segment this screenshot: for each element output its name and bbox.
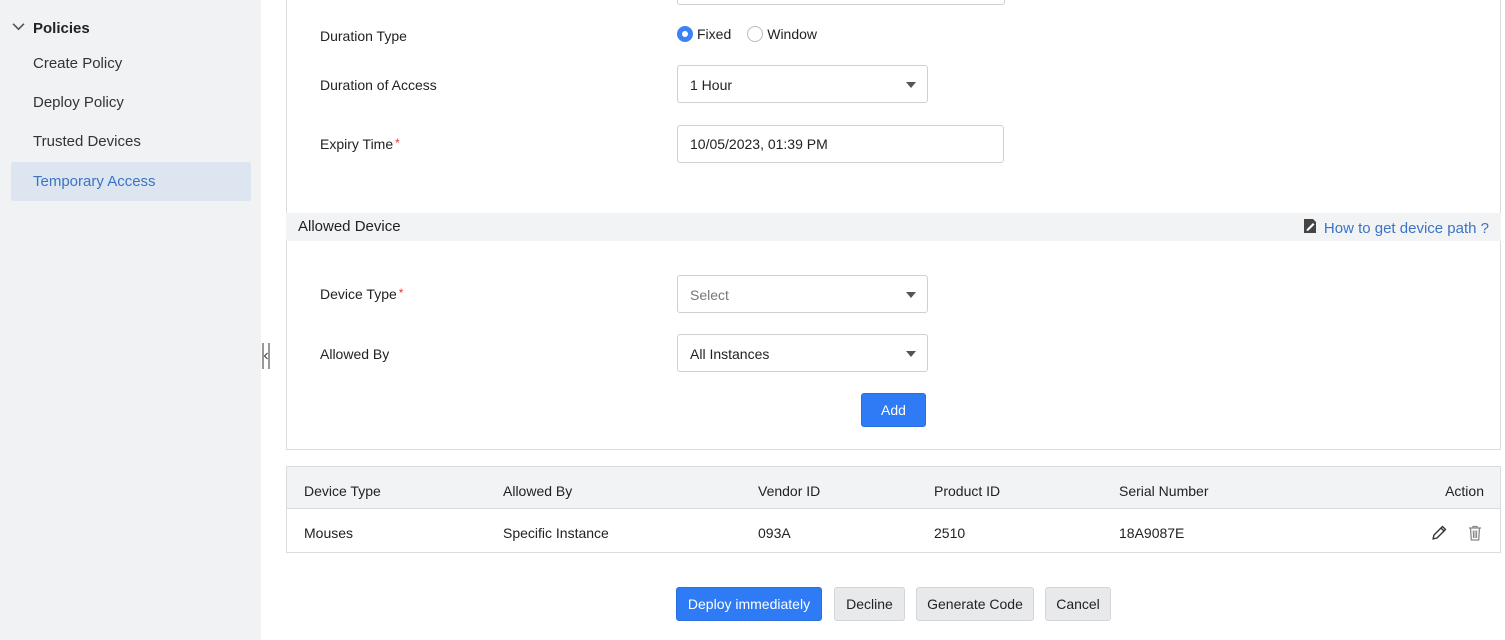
expiry-time-label-text: Expiry Time — [320, 136, 394, 152]
radio-checked-icon — [677, 26, 693, 42]
device-type-placeholder: Select — [690, 287, 729, 303]
allowed-by-select[interactable]: All Instances — [677, 334, 928, 372]
generate-code-button[interactable]: Generate Code — [916, 587, 1034, 621]
cancel-button[interactable]: Cancel — [1045, 587, 1111, 621]
sidebar-group-policies[interactable]: Policies — [12, 20, 90, 37]
column-header-device-type: Device Type — [304, 483, 381, 499]
caret-down-icon — [906, 82, 916, 88]
expiry-time-input[interactable]: 10/05/2023, 01:39 PM — [677, 125, 1004, 163]
caret-down-icon — [906, 292, 916, 298]
duration-of-access-select[interactable]: 1 Hour — [677, 65, 928, 103]
trash-icon[interactable] — [1466, 524, 1484, 542]
caret-down-icon — [906, 351, 916, 357]
sidebar-collapse-handle[interactable] — [262, 343, 270, 369]
device-type-label: Device Type * — [320, 286, 403, 302]
required-mark: * — [395, 136, 400, 150]
chevron-down-icon — [12, 20, 25, 37]
cell-product-id: 2510 — [934, 525, 966, 541]
table-row — [287, 509, 1500, 552]
add-button[interactable]: Add — [861, 393, 926, 427]
column-header-action: Action — [1445, 483, 1484, 499]
device-path-help-text: How to get device path ? — [1323, 219, 1489, 237]
radio-unchecked-icon — [747, 26, 764, 42]
sidebar: Policies Create Policy Deploy Policy Tru… — [0, 0, 261, 640]
cell-serial-number: 18A9087E — [1119, 525, 1185, 541]
sidebar-item-create-policy[interactable]: Create Policy — [11, 44, 251, 83]
allowed-device-header: Allowed Device How to get device path ? — [286, 213, 1501, 241]
device-type-label-text: Device Type — [320, 286, 397, 302]
table-header — [287, 467, 1500, 509]
duration-type-radio-group: Fixed Window — [677, 26, 833, 42]
radio-window-label: Window — [767, 26, 818, 42]
radio-window[interactable]: Window — [747, 26, 817, 42]
duration-type-label: Duration Type — [320, 28, 407, 44]
sidebar-item-trusted-devices[interactable]: Trusted Devices — [11, 122, 251, 161]
column-header-product-id: Product ID — [934, 483, 1001, 499]
allowed-device-title: Allowed Device — [298, 218, 401, 235]
device-path-help-link[interactable]: How to get device path ? — [1302, 218, 1489, 238]
allowed-by-value: All Instances — [690, 346, 770, 362]
column-header-serial-number: Serial Number — [1119, 483, 1209, 499]
allowed-devices-table: Device Type Allowed By Vendor ID Product… — [286, 466, 1501, 553]
sidebar-group-label: Policies — [33, 20, 90, 37]
radio-fixed-label: Fixed — [697, 26, 732, 42]
edit-note-icon — [1302, 218, 1318, 238]
decline-button[interactable]: Decline — [834, 587, 905, 621]
cell-allowed-by: Specific Instance — [503, 525, 609, 541]
cell-vendor-id: 093A — [758, 525, 791, 541]
radio-fixed[interactable]: Fixed — [677, 26, 731, 42]
column-header-allowed-by: Allowed By — [503, 483, 573, 499]
column-header-vendor-id: Vendor ID — [758, 483, 821, 499]
previous-field-input[interactable] — [677, 0, 1005, 5]
expiry-time-label: Expiry Time * — [320, 136, 400, 152]
duration-of-access-value: 1 Hour — [690, 77, 733, 93]
deploy-immediately-button[interactable]: Deploy immediately — [676, 587, 822, 621]
duration-of-access-label: Duration of Access — [320, 77, 437, 93]
cell-device-type: Mouses — [304, 525, 354, 541]
allowed-by-label: Allowed By — [320, 346, 390, 362]
device-type-select[interactable]: Select — [677, 275, 928, 313]
required-mark: * — [398, 286, 404, 300]
sidebar-item-deploy-policy[interactable]: Deploy Policy — [11, 83, 251, 122]
sidebar-item-temporary-access[interactable]: Temporary Access — [11, 162, 251, 201]
pencil-icon[interactable] — [1430, 524, 1448, 542]
